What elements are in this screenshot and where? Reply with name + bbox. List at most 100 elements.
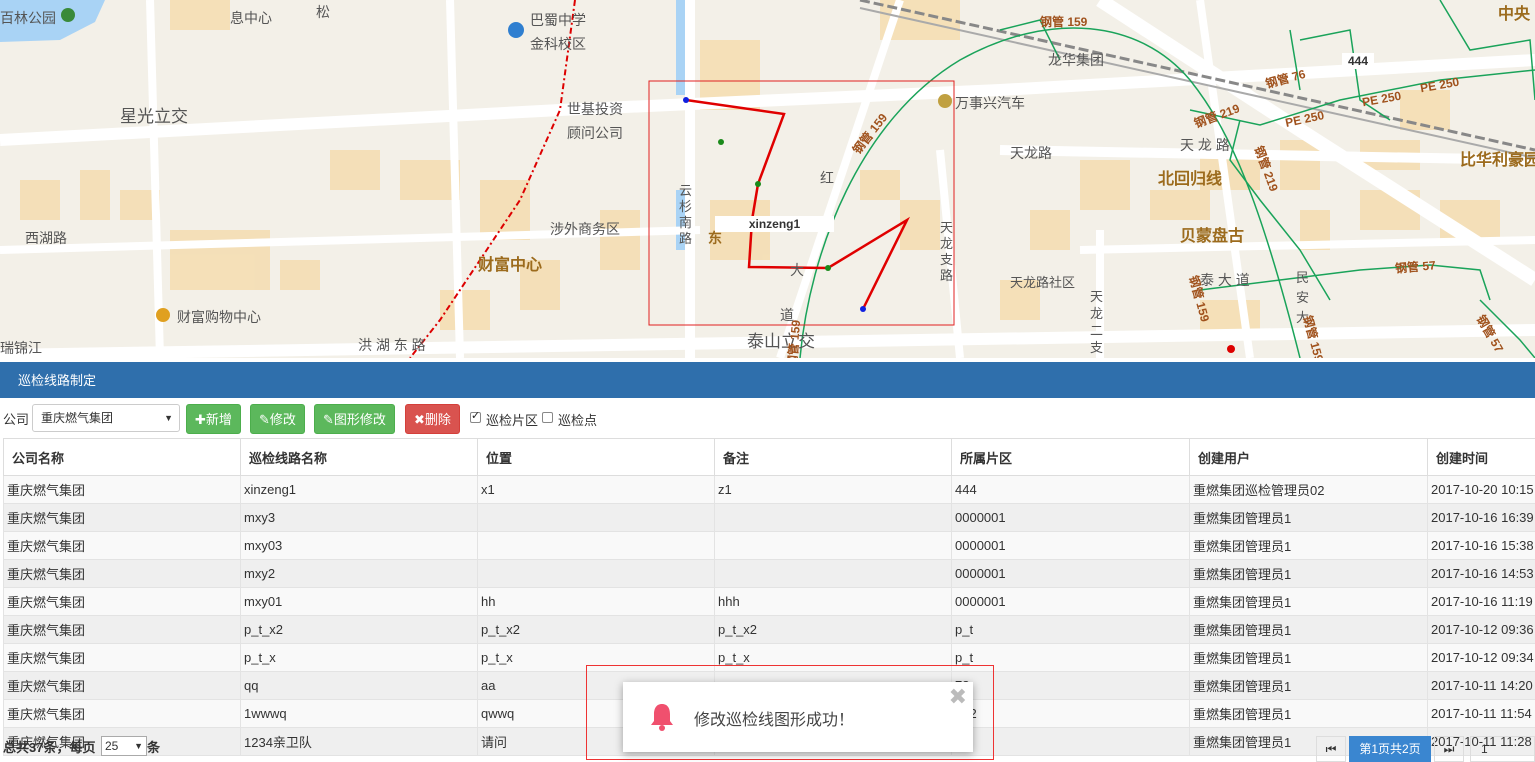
edit-label: 修改 <box>270 412 296 427</box>
pencil-icon: ✎ <box>259 412 270 427</box>
shape-edit-label: 图形修改 <box>334 412 386 427</box>
route-tag: xinzeng1 <box>715 216 834 232</box>
map-label: 红 <box>820 168 834 188</box>
table-cell: 重庆燃气集团 <box>4 476 241 504</box>
table-row[interactable]: 重庆燃气集团mxy30000001重燃集团管理员12017-10-16 16:3… <box>4 504 1535 532</box>
bell-icon <box>649 702 675 732</box>
chevron-down-icon: ▼ <box>164 405 173 431</box>
map-label: 顾问公司 <box>567 123 623 143</box>
first-page-icon: ⏮ <box>1326 742 1337 756</box>
table-row[interactable]: 重庆燃气集团xinzeng1x1z1444重燃集团巡检管理员022017-10-… <box>4 476 1535 504</box>
area-checkbox-label: 巡检片区 <box>486 410 538 429</box>
map-label: 北回归线 <box>1158 165 1222 189</box>
table-row[interactable]: 重庆燃气集团mxy01hhhhh0000001重燃集团管理员12017-10-1… <box>4 588 1535 616</box>
table-cell: 重燃集团管理员1 <box>1190 504 1428 532</box>
column-header[interactable]: 创建用户 <box>1190 439 1428 476</box>
plus-icon: ✚ <box>195 412 206 427</box>
shape-edit-button[interactable]: ✎图形修改 <box>314 404 395 434</box>
table-cell: 重燃集团管理员1 <box>1190 532 1428 560</box>
table-cell: 2017-10-20 10:15 <box>1428 476 1535 504</box>
add-button[interactable]: ✚新增 <box>186 404 241 434</box>
company-label: 公司 <box>3 409 29 428</box>
column-header[interactable]: 所属片区 <box>952 439 1190 476</box>
success-toast: 修改巡检线图形成功！ ✖ <box>623 682 973 752</box>
company-select[interactable]: 重庆燃气集团 ▼ <box>32 404 180 432</box>
table-cell: 1wwwq <box>241 700 478 728</box>
table-cell: 重燃集团管理员1 <box>1190 644 1428 672</box>
total-count-text: 总共37条，每页 <box>3 740 95 755</box>
delete-label: 删除 <box>425 412 451 427</box>
map-label: 云杉南路 <box>679 183 693 247</box>
panel-title: 巡检线路制定 <box>18 373 96 388</box>
table-row[interactable]: 重庆燃气集团mxy030000001重燃集团管理员12017-10-16 15:… <box>4 532 1535 560</box>
column-header[interactable]: 巡检线路名称 <box>241 439 478 476</box>
map-label: 天龙路 <box>1010 143 1052 163</box>
table-cell: 2017-10-16 16:39 <box>1428 504 1535 532</box>
column-header[interactable]: 位置 <box>478 439 715 476</box>
map-label: 天 龙 路 <box>1180 135 1230 155</box>
table-cell <box>478 560 715 588</box>
map-label: 大 <box>790 260 804 280</box>
table-cell <box>478 532 715 560</box>
table-row[interactable]: 重庆燃气集团mxy20000001重燃集团管理员12017-10-16 14:5… <box>4 560 1535 588</box>
map-label: 涉外商务区 <box>550 219 620 239</box>
column-header[interactable]: 创建时间 <box>1428 439 1535 476</box>
table-cell: p_t_x2 <box>241 616 478 644</box>
map-label: 松 <box>316 2 330 22</box>
table-cell: 0000001 <box>952 588 1190 616</box>
table-cell: mxy03 <box>241 532 478 560</box>
table-cell: 重燃集团管理员1 <box>1190 616 1428 644</box>
map-label: 巴蜀中学 <box>530 10 586 30</box>
table-cell: p_t_x2 <box>715 616 952 644</box>
table-cell: mxy3 <box>241 504 478 532</box>
map-label: 财富中心 <box>478 251 542 275</box>
map-label: 天龙支路 <box>940 220 954 284</box>
table-cell <box>478 504 715 532</box>
table-cell: 重庆燃气集团 <box>4 560 241 588</box>
add-label: 新增 <box>206 412 232 427</box>
first-page-button[interactable]: ⏮ <box>1316 736 1346 762</box>
table-cell: xinzeng1 <box>241 476 478 504</box>
last-page-button[interactable]: ⏭ <box>1434 736 1464 762</box>
column-header[interactable]: 备注 <box>715 439 952 476</box>
map-label: 世基投资 <box>567 99 623 119</box>
table-cell: qq <box>241 672 478 700</box>
delete-button[interactable]: ✖删除 <box>405 404 460 434</box>
map-label: 百林公园 <box>0 8 56 28</box>
pipe-label: 钢管 159 <box>783 319 804 358</box>
map-view[interactable]: 百林公园 息中心 松 巴蜀中学 金科校区 星光立交 世基投资 顾问公司 龙华集团… <box>0 0 1535 358</box>
table-header-row: 公司名称 巡检线路名称 位置 备注 所属片区 创建用户 创建时间 <box>4 439 1535 476</box>
table-cell: 444 <box>952 476 1190 504</box>
table-cell: 重庆燃气集团 <box>4 672 241 700</box>
page-number-input[interactable]: 1 <box>1470 736 1535 762</box>
pipe-label: 钢管 57 <box>1394 256 1436 276</box>
map-label: 息中心 <box>230 8 272 28</box>
panel-header: 巡检线路制定 <box>0 362 1535 398</box>
edit-button[interactable]: ✎修改 <box>250 404 305 434</box>
table-cell: mxy01 <box>241 588 478 616</box>
map-label: 天龙路社区 <box>1010 272 1075 291</box>
page-size-suffix: 条 <box>147 737 160 756</box>
map-label: 洪 湖 东 路 <box>358 335 426 355</box>
table-row[interactable]: 重庆燃气集团p_t_x2p_t_x2p_t_x2p_t重燃集团管理员12017-… <box>4 616 1535 644</box>
pencil-icon: ✎ <box>323 412 334 427</box>
point-checkbox[interactable] <box>542 412 553 423</box>
close-icon[interactable]: ✖ <box>949 684 967 710</box>
map-label: 贝蒙盘古 <box>1180 222 1244 246</box>
close-icon: ✖ <box>414 412 425 427</box>
map-label: 西湖路 <box>25 228 67 248</box>
map-label: 天龙二支 <box>1090 288 1104 356</box>
area-checkbox[interactable] <box>470 412 481 423</box>
toast-message: 修改巡检线图形成功！ <box>694 706 854 730</box>
map-label: 泰 大 道 <box>1200 270 1250 290</box>
table-cell <box>715 532 952 560</box>
table-cell: 2017-10-11 14:20 <box>1428 672 1535 700</box>
page-size-select[interactable]: 25 ▼ <box>101 736 147 756</box>
map-label: 万事兴汽车 <box>955 93 1025 113</box>
column-header[interactable]: 公司名称 <box>4 439 241 476</box>
table-cell: 2017-10-16 15:38 <box>1428 532 1535 560</box>
table-cell: 0000001 <box>952 560 1190 588</box>
map-label: 金科校区 <box>530 34 586 54</box>
table-cell <box>715 504 952 532</box>
table-cell: hh <box>478 588 715 616</box>
